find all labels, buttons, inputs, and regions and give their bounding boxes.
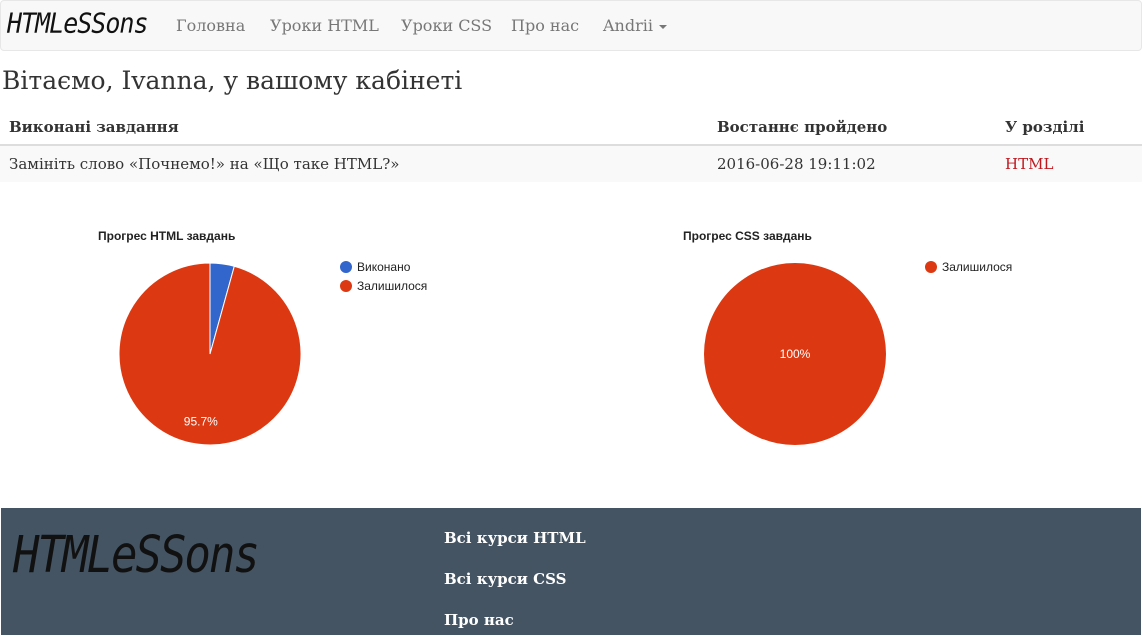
nav-item-html-lessons[interactable]: Уроки HTML [270, 16, 379, 35]
nav-item-css-lessons[interactable]: Уроки CSS [401, 16, 492, 35]
html-chart-title: Прогрес HTML завдань [98, 229, 236, 243]
html-chart-legend: Виконано Залишилося [340, 257, 427, 295]
user-dropdown[interactable]: Andrii [603, 16, 667, 35]
task-cell: Замініть слово «Почнемо!» на «Що таке HT… [0, 144, 708, 182]
caret-down-icon [658, 24, 667, 29]
css-chart-legend: Залишилося [925, 257, 1012, 276]
column-header-task: Виконані завдання [0, 110, 708, 146]
legend-item[interactable]: Залишилося [340, 276, 427, 295]
section-cell: HTML [996, 144, 1142, 182]
footer-link-css-courses[interactable]: Всі курси CSS [444, 570, 566, 588]
table-header-row: Виконані завдання Востаннє пройдено У ро… [0, 110, 1142, 146]
column-header-section: У розділі [996, 110, 1142, 146]
legend-label: Залишилося [942, 259, 1013, 274]
html-progress-pie: 95.7% [118, 262, 302, 446]
footer: HTMLeSSons Всі курси HTML Всі курси CSS … [1, 508, 1141, 635]
footer-logo: HTMLeSSons [13, 526, 260, 585]
legend-item[interactable]: Виконано [340, 257, 427, 276]
nav-item-about[interactable]: Про нас [511, 16, 579, 35]
nav-item-home[interactable]: Головна [176, 16, 245, 35]
footer-link-html-courses[interactable]: Всі курси HTML [444, 529, 586, 547]
footer-link-about[interactable]: Про нас [444, 611, 514, 629]
legend-dot-icon [925, 260, 937, 273]
slice-label: 95.7% [184, 415, 218, 429]
table-row: Замініть слово «Почнемо!» на «Що таке HT… [0, 144, 1142, 182]
legend-dot-icon [340, 279, 352, 292]
legend-label: Виконано [357, 259, 411, 274]
css-progress-pie: 100% [704, 263, 886, 445]
page-title: Вітаємо, Ivanna, у вашому кабінеті [2, 66, 463, 95]
slice-label: 100% [780, 347, 811, 361]
navbar: HTMLeSSons Головна Уроки HTML Уроки CSS … [0, 0, 1142, 51]
legend-dot-icon [340, 260, 352, 273]
legend-item[interactable]: Залишилося [925, 257, 1012, 276]
user-name: Andrii [603, 16, 653, 35]
css-chart-title: Прогрес CSS завдань [683, 229, 812, 243]
legend-label: Залишилося [357, 278, 428, 293]
section-link[interactable]: HTML [1005, 155, 1053, 173]
date-cell: 2016-06-28 19:11:02 [708, 144, 996, 182]
brand-logo[interactable]: HTMLeSSons [7, 7, 149, 44]
column-header-date: Востаннє пройдено [708, 110, 996, 146]
completed-tasks-table: Виконані завдання Востаннє пройдено У ро… [0, 110, 1142, 182]
